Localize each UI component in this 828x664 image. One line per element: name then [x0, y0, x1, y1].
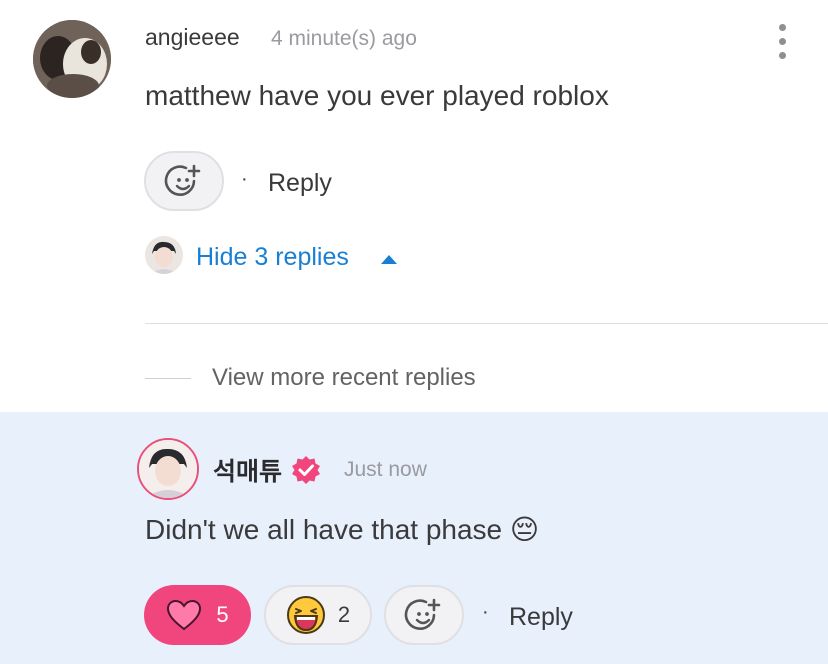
laugh-count: 2: [337, 602, 351, 627]
view-more-replies-button[interactable]: View more recent replies: [212, 364, 476, 392]
add-reaction-icon: [404, 598, 441, 630]
add-reaction-icon: [164, 164, 201, 196]
chevron-up-icon[interactable]: [380, 253, 398, 265]
hide-replies-button[interactable]: Hide 3 replies: [196, 243, 349, 272]
divider: [145, 323, 828, 324]
comment-timestamp: 4 minute(s) ago: [271, 27, 417, 50]
verified-badge-icon: [292, 456, 320, 484]
add-reaction-button[interactable]: [144, 151, 224, 211]
reply-text: Didn't we all have that phase 😔: [145, 514, 540, 545]
add-reaction-button[interactable]: [384, 585, 464, 645]
reply-timestamp: Just now: [344, 458, 427, 481]
avatar-reply-author[interactable]: [137, 438, 199, 500]
reply-author-avatar: [145, 236, 183, 274]
reply-username[interactable]: 석매튜: [213, 452, 282, 488]
separator-dot: ·: [482, 601, 489, 623]
thread-line: [145, 378, 191, 379]
comment-text: matthew have you ever played roblox: [145, 80, 609, 111]
comment-username[interactable]: angieeee: [145, 24, 240, 51]
separator-dot: ·: [241, 168, 248, 190]
laughing-face-icon: [286, 596, 325, 634]
reply-button[interactable]: Reply: [509, 603, 573, 632]
avatar-angieeee[interactable]: [33, 20, 111, 98]
laugh-reaction-button[interactable]: 2: [264, 585, 372, 645]
heart-count: 5: [216, 602, 229, 627]
kebab-menu-icon[interactable]: [774, 24, 792, 60]
reply-button[interactable]: Reply: [268, 169, 332, 198]
heart-reaction-button[interactable]: 5: [144, 585, 251, 645]
heart-icon: [167, 599, 202, 631]
